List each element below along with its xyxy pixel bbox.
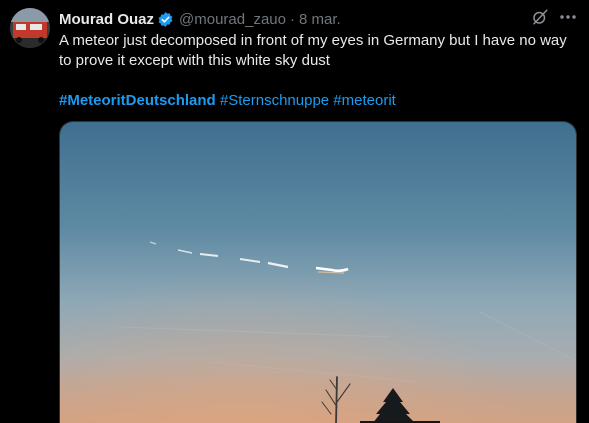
avatar[interactable]	[10, 8, 50, 48]
sky-photo	[60, 122, 576, 423]
hashtag-link[interactable]: #Sternschnuppe	[220, 92, 329, 109]
tweet-header: Mourad Ouaz @mourad_zauo · 8 mar.	[59, 9, 341, 29]
tweet-media-photo[interactable]	[59, 121, 577, 423]
tweet-text: A meteor just decomposed in front of my …	[59, 32, 567, 69]
hashtag-link[interactable]: #MeteoritDeutschland	[59, 92, 216, 109]
hashtag-line: #MeteoritDeutschland #Sternschnuppe #met…	[59, 91, 396, 111]
tweet[interactable]: Mourad Ouaz @mourad_zauo · 8 mar. A mete…	[0, 0, 589, 423]
tweet-date[interactable]: 8 mar.	[299, 11, 341, 28]
more-icon[interactable]	[558, 8, 578, 26]
user-handle[interactable]: @mourad_zauo	[179, 11, 286, 28]
verified-badge-icon[interactable]	[157, 11, 174, 28]
display-name[interactable]: Mourad Ouaz	[59, 11, 154, 28]
header-separator: ·	[289, 10, 295, 28]
hashtag-link[interactable]: #meteorit	[333, 92, 396, 109]
avatar-image	[10, 8, 50, 48]
grok-icon[interactable]	[531, 8, 549, 26]
